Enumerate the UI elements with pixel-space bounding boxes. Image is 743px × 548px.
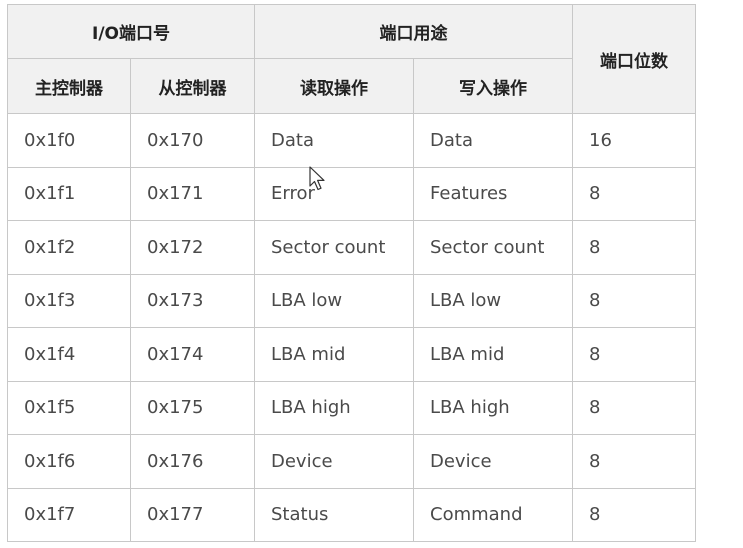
master-port-cell: 0x1f3 [7,273,131,328]
table-row: 0x1f3 0x173 LBA low LBA low 8 [7,273,696,328]
slave-port-cell: 0x177 [130,487,255,542]
slave-port-cell: 0x174 [130,327,255,382]
read-op-cell: Sector count [254,220,414,275]
write-op-cell: Data [413,113,573,168]
write-operation-header: 写入操作 [413,58,573,114]
port-bits-cell: 8 [572,273,696,328]
write-op-cell: LBA low [413,273,573,328]
master-port-cell: 0x1f6 [7,434,131,489]
master-controller-header: 主控制器 [7,58,131,114]
write-op-cell: Command [413,487,573,542]
read-op-cell: LBA low [254,273,414,328]
master-port-cell: 0x1f0 [7,113,131,168]
write-op-cell: Sector count [413,220,573,275]
read-operation-header: 读取操作 [254,58,414,114]
port-bits-cell: 8 [572,380,696,435]
slave-port-cell: 0x172 [130,220,255,275]
table-row: 0x1f7 0x177 Status Command 8 [7,487,696,542]
write-op-cell: LBA mid [413,327,573,382]
table-row: 0x1f6 0x176 Device Device 8 [7,434,696,489]
master-port-cell: 0x1f5 [7,380,131,435]
ata-port-table: I/O端口号 端口用途 端口位数 主控制器 从控制器 读取操作 写入操作 0x1… [7,4,696,542]
port-bits-cell: 8 [572,220,696,275]
read-op-cell: Error [254,166,414,221]
write-op-cell: Features [413,166,573,221]
slave-port-cell: 0x173 [130,273,255,328]
read-op-cell: LBA high [254,380,414,435]
table-row: 0x1f2 0x172 Sector count Sector count 8 [7,220,696,275]
read-op-cell: Data [254,113,414,168]
master-port-cell: 0x1f7 [7,487,131,542]
port-usage-group-header: 端口用途 [254,4,573,59]
port-bits-cell: 8 [572,327,696,382]
table-row: 0x1f1 0x171 Error Features 8 [7,166,696,221]
table-row: 0x1f5 0x175 LBA high LBA high 8 [7,380,696,435]
read-op-cell: Status [254,487,414,542]
slave-controller-header: 从控制器 [130,58,255,114]
table-row: 0x1f4 0x174 LBA mid LBA mid 8 [7,327,696,382]
port-bits-cell: 8 [572,434,696,489]
read-op-cell: LBA mid [254,327,414,382]
port-bits-cell: 8 [572,166,696,221]
slave-port-cell: 0x170 [130,113,255,168]
master-port-cell: 0x1f4 [7,327,131,382]
write-op-cell: Device [413,434,573,489]
slave-port-cell: 0x171 [130,166,255,221]
port-bits-cell: 8 [572,487,696,542]
read-op-cell: Device [254,434,414,489]
master-port-cell: 0x1f1 [7,166,131,221]
master-port-cell: 0x1f2 [7,220,131,275]
mouse-pointer-icon [309,166,325,191]
slave-port-cell: 0x176 [130,434,255,489]
table-row: 0x1f0 0x170 Data Data 16 [7,113,696,168]
header-row-top: I/O端口号 端口用途 端口位数 [7,4,696,114]
write-op-cell: LBA high [413,380,573,435]
io-port-group-header: I/O端口号 [7,4,255,59]
port-bits-cell: 16 [572,113,696,168]
port-bits-header: 端口位数 [572,4,696,114]
slave-port-cell: 0x175 [130,380,255,435]
